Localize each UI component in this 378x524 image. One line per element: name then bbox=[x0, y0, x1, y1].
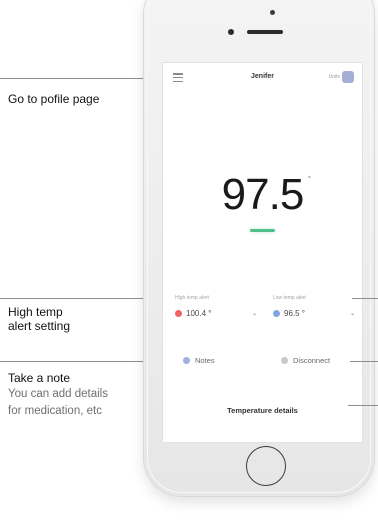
unit-toggle-icon[interactable] bbox=[342, 71, 354, 83]
thermometer-hot-icon bbox=[175, 310, 182, 317]
annotation-note-title: Take a note bbox=[8, 371, 71, 385]
home-button[interactable] bbox=[246, 446, 286, 486]
low-temp-alert[interactable]: Low temp alert 96.5 ° ⌄ bbox=[273, 295, 355, 318]
disconnect-button[interactable]: Disconnect bbox=[281, 356, 330, 365]
phone-top-dot bbox=[270, 10, 275, 15]
annotation-note-line1: You can add details bbox=[8, 388, 108, 400]
temperature-unit: ° bbox=[308, 176, 311, 183]
earpiece-speaker bbox=[247, 30, 283, 34]
annotation-line-right-alert bbox=[352, 298, 378, 299]
annotation-high-temp-line1: High temp bbox=[8, 305, 63, 319]
low-temp-alert-label: Low temp alert bbox=[273, 295, 306, 301]
app-screen: Jenifer Units 97.5 ° High temp alert 100… bbox=[162, 62, 363, 443]
chevron-down-icon[interactable]: ⌄ bbox=[350, 310, 355, 317]
unit-toggle-label: Units bbox=[328, 74, 340, 80]
temperature-status-bar bbox=[250, 229, 275, 232]
annotation-note-line2: for medication, etc bbox=[8, 405, 102, 417]
front-camera bbox=[228, 29, 234, 35]
low-temp-alert-row: 96.5 ° ⌄ bbox=[273, 309, 355, 318]
low-temp-alert-value: 96.5 ° bbox=[284, 309, 305, 318]
notes-label: Notes bbox=[195, 356, 215, 365]
chevron-down-icon[interactable]: ⌄ bbox=[252, 310, 257, 317]
annotation-high-temp-line2: alert setting bbox=[8, 319, 71, 333]
notes-icon bbox=[183, 357, 190, 364]
high-temp-alert[interactable]: High temp alert 100.4 ° ⌄ bbox=[175, 295, 257, 318]
annotation-profile: Go to pofile page bbox=[8, 92, 100, 106]
page: Go to pofile page High temp alert settin… bbox=[0, 0, 378, 524]
notes-button[interactable]: Notes bbox=[183, 356, 215, 365]
bluetooth-icon bbox=[281, 357, 288, 364]
temperature-details-button[interactable]: Temperature details bbox=[163, 406, 362, 415]
disconnect-label: Disconnect bbox=[293, 356, 331, 365]
thermometer-cold-icon bbox=[273, 310, 280, 317]
annotation-line-right-disconnect bbox=[350, 361, 378, 362]
high-temp-alert-row: 100.4 ° ⌄ bbox=[175, 309, 257, 318]
temperature-reading: 97.5 bbox=[221, 170, 305, 219]
annotation-line-right-details bbox=[348, 405, 378, 406]
high-temp-alert-label: High temp alert bbox=[175, 295, 209, 301]
high-temp-alert-value: 100.4 ° bbox=[186, 309, 212, 318]
